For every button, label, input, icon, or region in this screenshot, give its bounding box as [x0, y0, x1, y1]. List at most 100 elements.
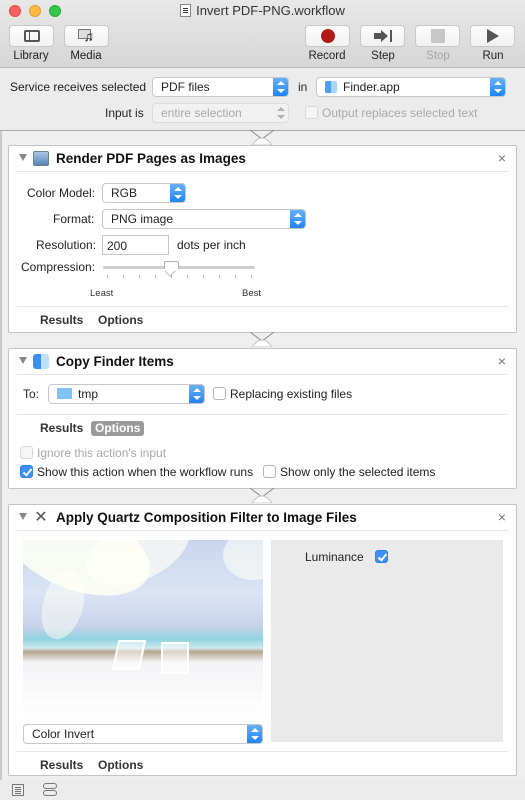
- action-connector: [250, 129, 274, 145]
- log-view-icon[interactable]: [12, 784, 24, 796]
- media-button[interactable]: [64, 25, 109, 47]
- action-footer: Results Options: [17, 414, 508, 440]
- close-action-icon[interactable]: ×: [498, 509, 506, 525]
- window-title-text: Invert PDF-PNG.workflow: [196, 3, 345, 18]
- slider-tick: [155, 275, 156, 278]
- record-label: Record: [308, 50, 346, 62]
- service-application-value: Finder.app: [343, 80, 400, 94]
- render-pdf-icon: [33, 151, 49, 166]
- filter-preview-image: [23, 540, 263, 720]
- slider-tick: [187, 275, 188, 278]
- media-icon: [77, 28, 96, 44]
- color-model-value: RGB: [111, 186, 138, 200]
- library-label: Library: [13, 50, 49, 62]
- popup-arrows-icon: [490, 78, 505, 96]
- popup-arrows-icon: [273, 78, 288, 96]
- quartz-filter-popup[interactable]: Color Invert: [23, 724, 263, 744]
- popup-arrows-icon: [247, 725, 262, 743]
- popup-arrows-icon: [170, 184, 185, 202]
- popup-arrows-icon: [290, 210, 305, 228]
- window-titlebar: Invert PDF-PNG.workflow Library Media Re…: [0, 0, 525, 68]
- resolution-label: Resolution:: [36, 238, 97, 252]
- color-model-label: Color Model:: [27, 186, 96, 200]
- show-action-label: Show this action when the workflow runs: [37, 465, 254, 479]
- close-action-icon[interactable]: ×: [498, 353, 506, 369]
- run-label: Run: [482, 50, 504, 62]
- action-title: Copy Finder Items: [56, 354, 174, 369]
- options-tab[interactable]: Options: [94, 758, 147, 773]
- resolution-field[interactable]: 200: [102, 235, 169, 255]
- slider-tick: [123, 275, 124, 278]
- input-is-popup[interactable]: entire selection: [152, 103, 289, 123]
- quartz-parameters-panel: Luminance: [271, 540, 503, 742]
- results-tab[interactable]: Results: [36, 758, 87, 773]
- destination-folder-popup[interactable]: tmp: [48, 384, 205, 404]
- disclosure-triangle-icon[interactable]: [19, 513, 27, 520]
- service-settings: Service receives selected PDF files in F…: [0, 69, 525, 131]
- folder-icon: [57, 388, 72, 399]
- replacing-existing-files-checkbox[interactable]: [213, 387, 226, 400]
- run-button[interactable]: [470, 25, 515, 47]
- record-icon: [320, 29, 335, 43]
- results-tab[interactable]: Results: [36, 313, 87, 328]
- format-label: Format:: [53, 212, 95, 226]
- action-connector: [250, 331, 274, 347]
- close-action-icon[interactable]: ×: [498, 150, 506, 166]
- ignore-input-label: Ignore this action's input: [37, 446, 167, 460]
- input-is-label: Input is: [105, 106, 144, 120]
- finder-icon: [33, 354, 49, 369]
- action-title: Render PDF Pages as Images: [56, 151, 246, 166]
- record-button[interactable]: [305, 25, 350, 47]
- show-action-checkbox[interactable]: [20, 465, 33, 478]
- action-footer: Results Options: [17, 306, 508, 332]
- to-label: To:: [23, 387, 40, 401]
- slider-tick: [171, 275, 172, 278]
- action-footer: Results Options: [17, 751, 508, 777]
- slider-tick: [203, 275, 204, 278]
- output-replaces-label: Output replaces selected text: [322, 106, 478, 120]
- disclosure-triangle-icon[interactable]: [19, 357, 27, 364]
- stop-icon: [430, 29, 445, 43]
- action-copy-finder-items: Copy Finder Items × To: tmp Replacing ex…: [8, 348, 517, 489]
- show-selected-items-checkbox[interactable]: [263, 465, 276, 478]
- popup-arrows-icon: [189, 385, 204, 403]
- format-value: PNG image: [111, 212, 174, 226]
- compression-slider[interactable]: [103, 261, 255, 282]
- service-receives-label: Service receives selected: [10, 80, 147, 94]
- service-input-type-popup[interactable]: PDF files: [152, 77, 289, 97]
- options-tab[interactable]: Options: [91, 421, 145, 436]
- variables-view-icon[interactable]: [43, 783, 57, 796]
- color-model-popup[interactable]: RGB: [102, 183, 186, 203]
- finder-icon: [325, 81, 337, 93]
- format-popup[interactable]: PNG image: [102, 209, 306, 229]
- slider-tick: [107, 275, 108, 278]
- workflow-document-icon: [180, 4, 192, 17]
- slider-tick: [139, 275, 140, 278]
- options-tab[interactable]: Options: [94, 313, 147, 328]
- ignore-input-checkbox[interactable]: [20, 446, 33, 459]
- step-button[interactable]: [360, 25, 405, 47]
- service-application-popup[interactable]: Finder.app: [316, 77, 506, 97]
- resolution-unit-label: dots per inch: [177, 238, 246, 252]
- action-header: Render PDF Pages as Images ×: [17, 146, 508, 172]
- results-tab[interactable]: Results: [36, 421, 87, 436]
- slider-thumb[interactable]: [164, 261, 180, 273]
- slider-tick: [251, 275, 252, 278]
- service-input-type-value: PDF files: [161, 80, 210, 94]
- step-label: Step: [371, 50, 395, 62]
- luminance-label: Luminance: [305, 550, 364, 564]
- disclosure-triangle-icon[interactable]: [19, 154, 27, 161]
- quartz-filter-value: Color Invert: [32, 727, 95, 741]
- action-header: ✕ Apply Quartz Composition Filter to Ima…: [17, 505, 508, 531]
- replacing-existing-files-label: Replacing existing files: [230, 387, 353, 401]
- slider-tick: [235, 275, 236, 278]
- step-icon: [373, 30, 392, 42]
- luminance-checkbox[interactable]: [375, 550, 388, 563]
- output-replaces-checkbox[interactable]: [305, 106, 318, 119]
- library-button[interactable]: [9, 25, 54, 47]
- stop-button[interactable]: [415, 25, 460, 47]
- in-label: in: [298, 80, 308, 94]
- stop-label: Stop: [426, 50, 450, 62]
- media-label: Media: [70, 50, 102, 62]
- destination-folder-value: tmp: [78, 387, 99, 401]
